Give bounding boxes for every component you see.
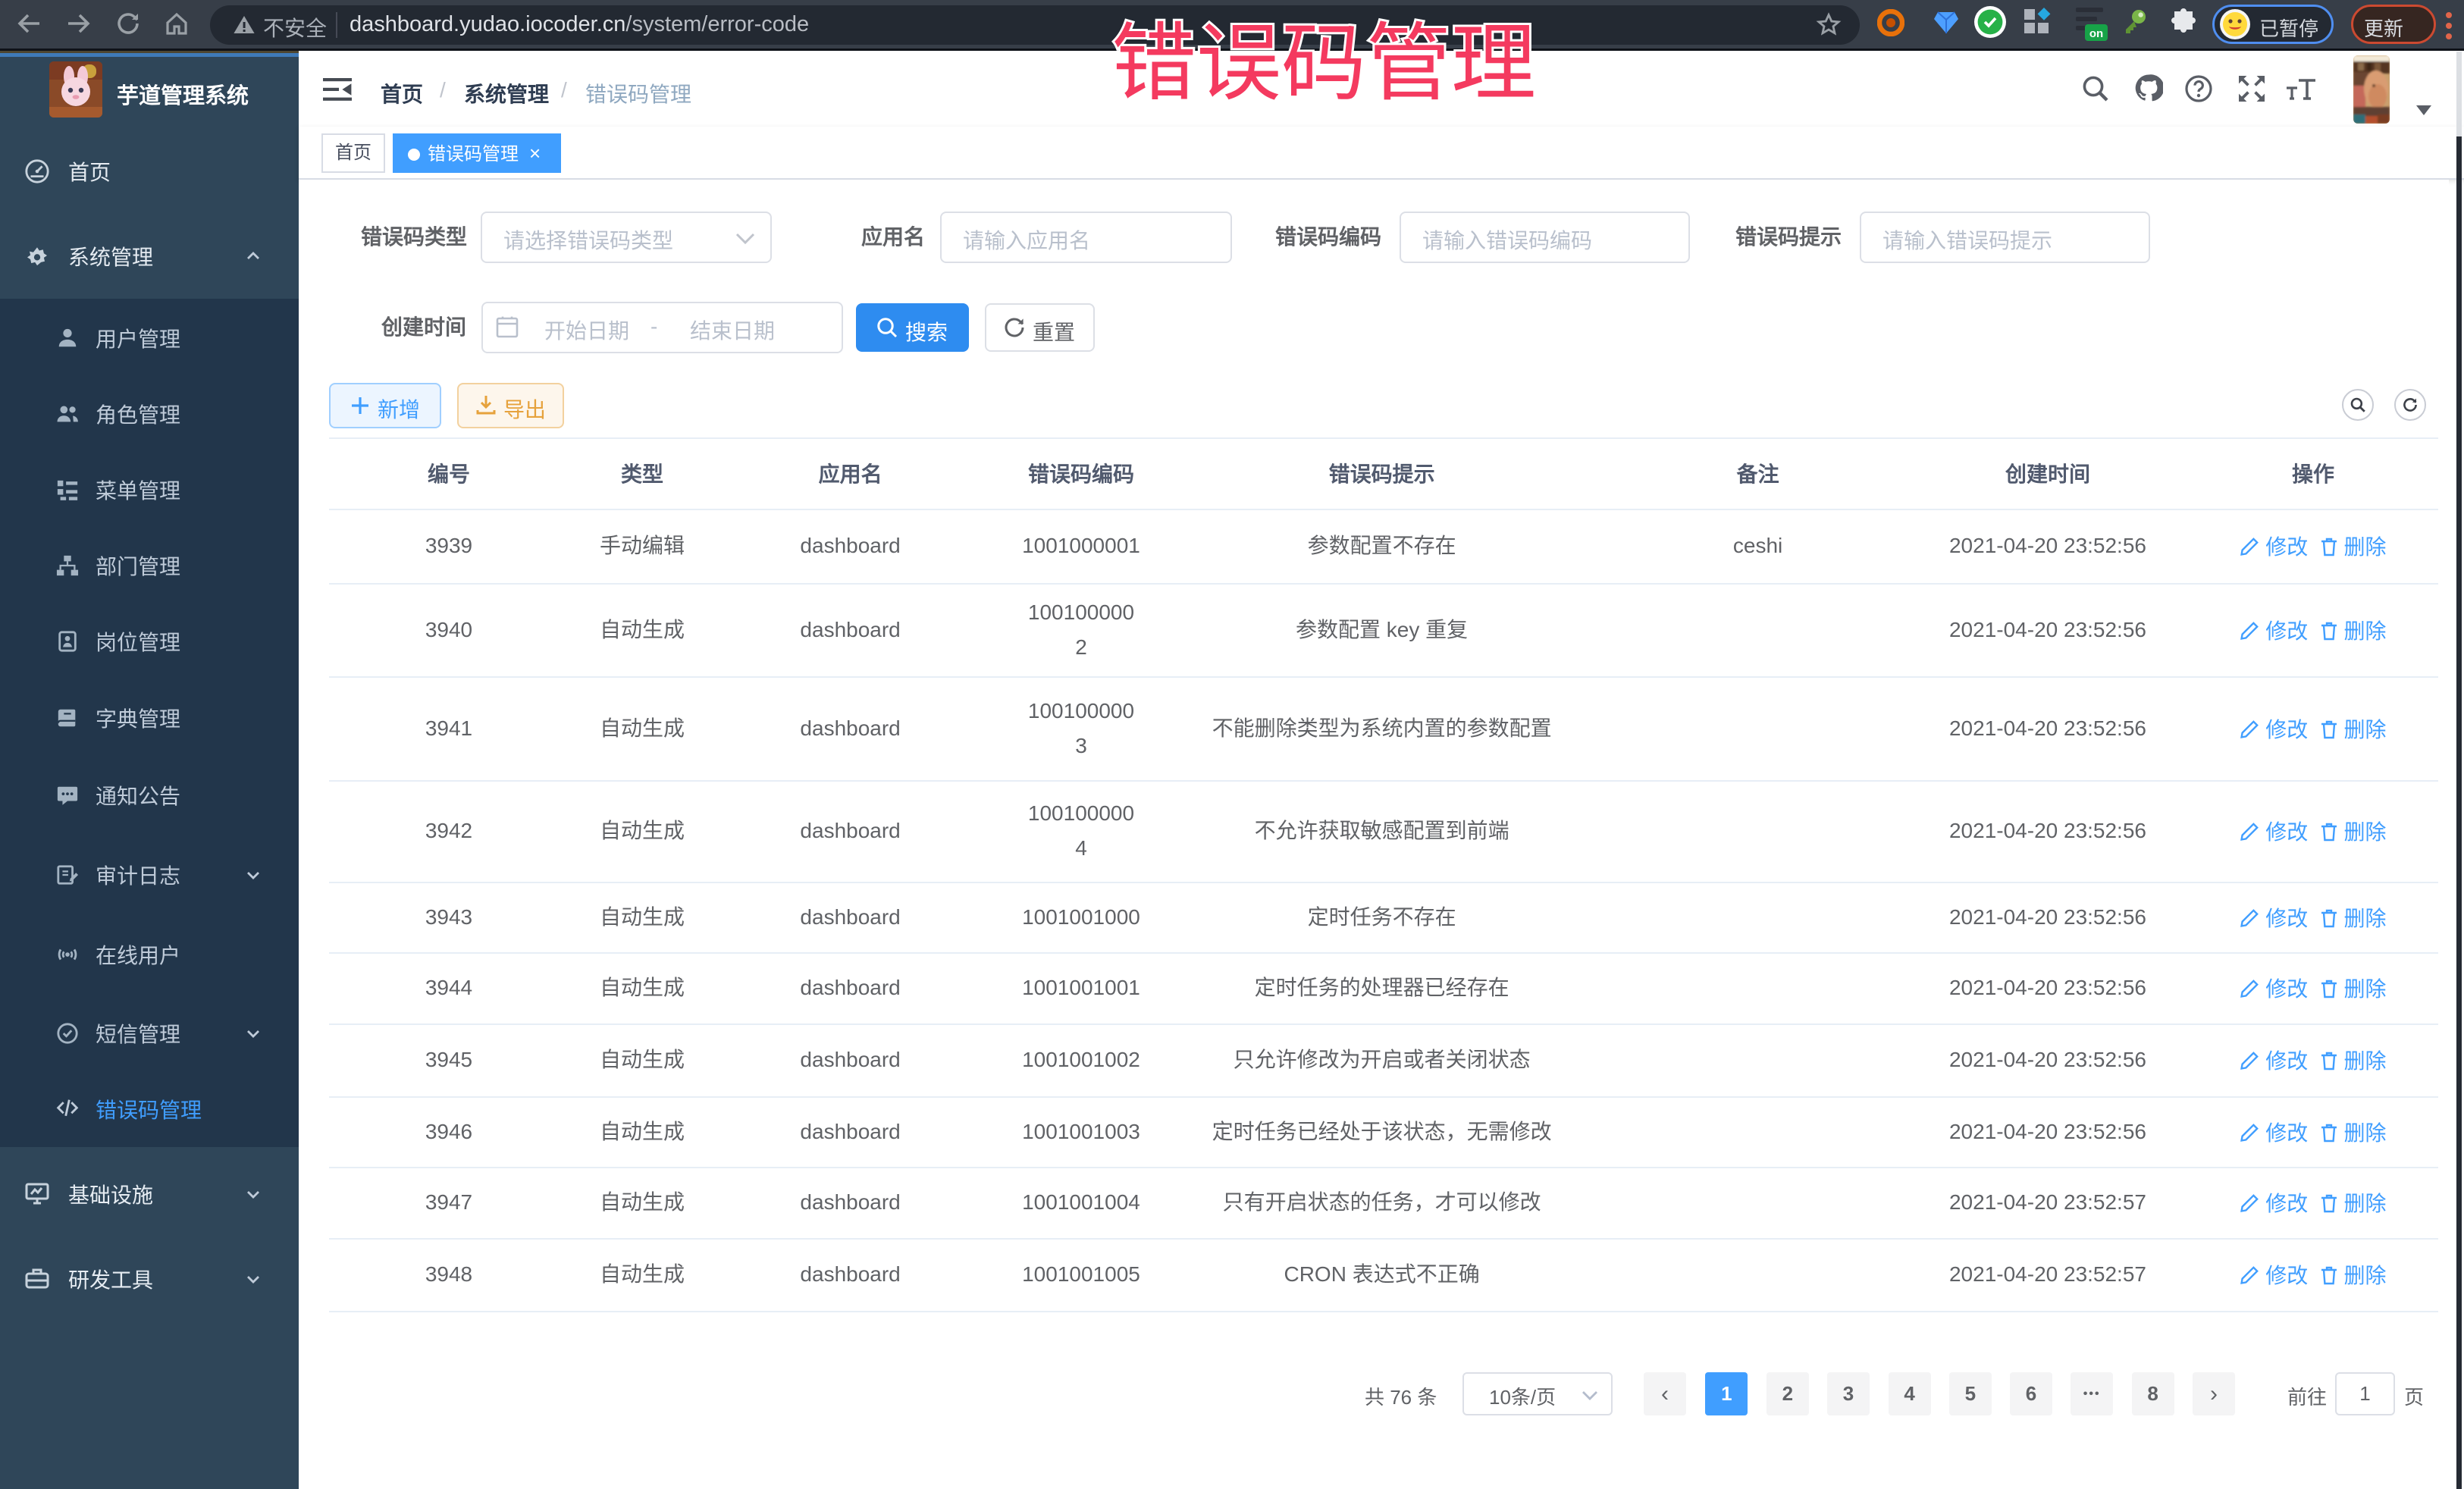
- svg-text:错误码管理: 错误码管理: [1111, 16, 1536, 111]
- svg-text:on: on: [2089, 27, 2103, 40]
